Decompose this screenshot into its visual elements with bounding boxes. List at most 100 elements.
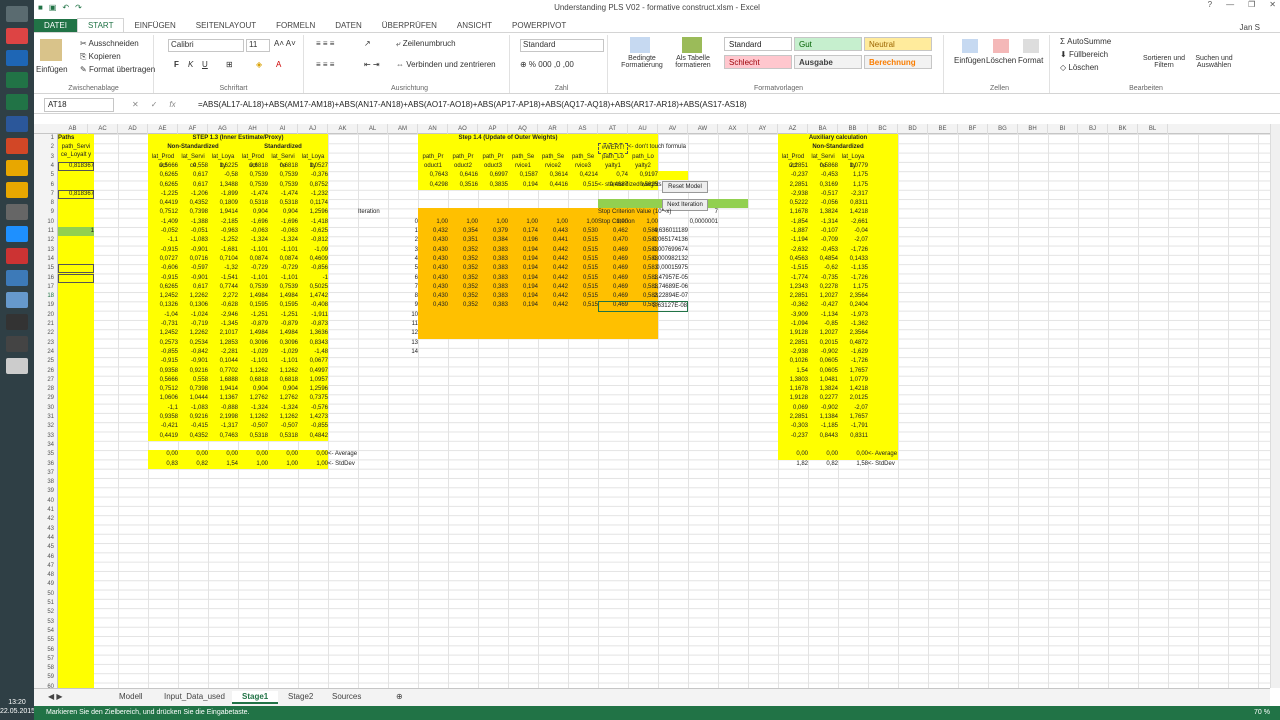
stop-threshold[interactable]: 0,0000001 — [658, 218, 718, 227]
lat-value[interactable]: 0,7512 — [148, 385, 178, 394]
weight-std[interactable]: 0,515 — [568, 181, 598, 190]
nonstd-header[interactable]: Non-Standardized — [148, 143, 238, 152]
spreadsheet-grid[interactable]: AB AC AD AE AF AG AH AI AJ AK AL AM AN AO AP AQ AR AS AT AU… — [34, 124, 1270, 688]
column-header[interactable]: AH — [238, 124, 268, 134]
aux-value[interactable]: -0,056 — [808, 199, 838, 208]
row-header[interactable]: 27 — [34, 376, 58, 385]
iteration-weight[interactable]: 0,515 — [568, 292, 598, 301]
row-header[interactable]: 37 — [34, 469, 58, 478]
paste-icon[interactable] — [40, 39, 62, 61]
weight-raw[interactable]: 0,74 — [598, 171, 628, 180]
lat-value[interactable]: 1,4984 — [238, 292, 268, 301]
lat-value[interactable]: -1,251 — [238, 311, 268, 320]
font-grow-icon[interactable]: A˄ A˅ — [274, 39, 296, 48]
iteration-weight[interactable]: 0,443 — [538, 227, 568, 236]
lat-value[interactable]: -1,225 — [148, 190, 178, 199]
average-value[interactable]: 0,00 — [178, 450, 208, 459]
style-good[interactable]: Gut — [794, 37, 862, 51]
aux-value[interactable]: 1,9128 — [778, 394, 808, 403]
lat-value[interactable]: 0,9216 — [178, 413, 208, 422]
lat-value[interactable]: 0,4842 — [298, 432, 328, 441]
row-header[interactable]: 26 — [34, 367, 58, 376]
iteration-number[interactable]: 2 — [388, 236, 418, 245]
lat-value[interactable]: -0,051 — [178, 227, 208, 236]
iteration-weight[interactable]: 0,515 — [568, 274, 598, 283]
style-calculation[interactable]: Berechnung — [864, 55, 932, 69]
align-left-icon[interactable]: ≡ ≡ ≡ — [316, 60, 334, 69]
aux-value[interactable]: 1,7657 — [838, 413, 868, 422]
lat-value[interactable]: 1,4984 — [268, 292, 298, 301]
aux-value[interactable]: -0,735 — [808, 274, 838, 283]
lat-value[interactable]: 0,2573 — [148, 339, 178, 348]
aux-value[interactable]: -0,107 — [808, 227, 838, 236]
weight-raw[interactable]: 0,6997 — [478, 171, 508, 180]
lat-value[interactable]: 1,4984 — [268, 329, 298, 338]
name-box[interactable]: AT18 — [44, 97, 114, 112]
stop-criterion-value[interactable]: 0,000982132 — [598, 255, 688, 264]
column-header[interactable]: AK — [328, 124, 358, 134]
aux-value[interactable]: -0,303 — [778, 422, 808, 431]
stop-criterion-value[interactable]: 4,636011189 — [598, 227, 688, 236]
iteration-weight[interactable]: 1,00 — [418, 218, 448, 227]
aux-value[interactable]: -1,515 — [778, 264, 808, 273]
aux-value[interactable]: 0,2404 — [838, 301, 868, 310]
lat-value[interactable]: -0,812 — [298, 236, 328, 245]
row-header[interactable]: 23 — [34, 339, 58, 348]
lat-value[interactable]: -1,024 — [178, 311, 208, 320]
cut-button[interactable]: ✂ Ausschneiden — [80, 39, 139, 48]
row-header[interactable]: 56 — [34, 646, 58, 655]
lat-value[interactable]: -1,101 — [268, 357, 298, 366]
lat-value[interactable]: 0,6818 — [238, 376, 268, 385]
column-header[interactable]: BB — [838, 124, 868, 134]
aux-value[interactable]: 0,5222 — [778, 199, 808, 208]
style-neutral[interactable]: Neutral — [864, 37, 932, 51]
iteration-weight[interactable]: 1,00 — [538, 218, 568, 227]
row-header[interactable]: 46 — [34, 553, 58, 562]
aux-value[interactable]: 2,2851 — [778, 292, 808, 301]
aux-value[interactable]: 0,2277 — [808, 394, 838, 403]
aux-value[interactable]: -0,04 — [838, 227, 868, 236]
lat-value[interactable]: -0,729 — [268, 264, 298, 273]
std-header[interactable]: Standardized — [238, 143, 328, 152]
row-header[interactable]: 42 — [34, 515, 58, 524]
lat-value[interactable]: 0,4352 — [178, 199, 208, 208]
aux-value[interactable]: -1,726 — [838, 274, 868, 283]
column-header[interactable]: BF — [958, 124, 988, 134]
iteration-number[interactable]: 8 — [388, 292, 418, 301]
sheet-tab-input[interactable]: Input_Data_used — [154, 691, 235, 702]
stop-criterion-value[interactable]: 0,007699674 — [598, 246, 688, 255]
currency-icon[interactable]: ⊕ % 000 ,0 ,00 — [520, 60, 574, 69]
aux-value[interactable]: 2,2851 — [778, 339, 808, 348]
aux-value[interactable]: -2,632 — [778, 246, 808, 255]
aux-value[interactable]: -0,85 — [808, 320, 838, 329]
aux-average[interactable]: 0,00 — [808, 450, 838, 459]
iteration-weight[interactable]: 1,00 — [508, 218, 538, 227]
path-header[interactable]: path_Se rvice1 — [508, 153, 538, 171]
tab-start[interactable]: START — [76, 18, 125, 32]
average-value[interactable]: 0,00 — [268, 450, 298, 459]
iteration-number[interactable]: 0 — [388, 218, 418, 227]
row-header[interactable]: 32 — [34, 422, 58, 431]
aux-value[interactable]: -2,07 — [838, 404, 868, 413]
aux-value[interactable]: 1,7657 — [838, 367, 868, 376]
fill-button[interactable]: ⬇ Füllbereich — [1060, 50, 1108, 59]
lat-value[interactable]: 1,1367 — [208, 394, 238, 403]
lat-value[interactable]: -1,083 — [178, 404, 208, 413]
iteration-weight[interactable]: 0,530 — [568, 227, 598, 236]
lat-value[interactable]: 0,6818 — [238, 162, 268, 171]
lat-value[interactable]: -1,252 — [208, 236, 238, 245]
iteration-weight[interactable]: 1,00 — [448, 218, 478, 227]
aux-value[interactable]: -1,135 — [838, 264, 868, 273]
close-icon[interactable]: ✕ — [1269, 0, 1276, 9]
conditional-format-button[interactable]: Bedingte Formatierung — [614, 55, 670, 69]
lat-value[interactable]: 1,2762 — [268, 394, 298, 403]
iteration-weight[interactable]: 0,430 — [418, 301, 448, 310]
lat-value[interactable]: -1,101 — [238, 246, 268, 255]
lat-value[interactable]: -1,101 — [268, 274, 298, 283]
lat-value[interactable]: 0,8752 — [298, 181, 328, 190]
average-value[interactable]: 0,00 — [208, 450, 238, 459]
step13-header[interactable]: STEP 1.3 (Inner Estimate/Proxy) — [148, 134, 328, 143]
lat-value[interactable]: 0,7104 — [208, 255, 238, 264]
delete-cells-button[interactable]: Löschen — [986, 39, 1016, 65]
lat-value[interactable]: -0,052 — [148, 227, 178, 236]
